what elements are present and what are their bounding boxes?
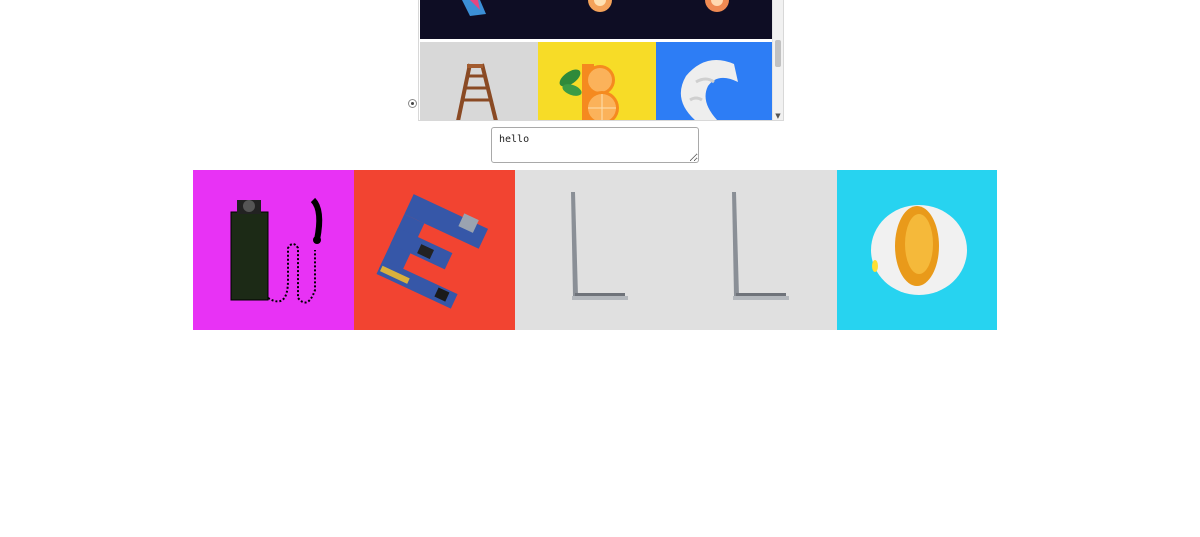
- letter-tile-circuit-board-e: [354, 170, 515, 330]
- letter-tile-telephone-h: [193, 170, 354, 330]
- letter-tile-laptop-l: [515, 170, 676, 330]
- text-input[interactable]: [491, 127, 699, 163]
- font-grid-scrollbar[interactable]: ▼: [772, 0, 783, 120]
- letter-tile-laptop-l: [676, 170, 837, 330]
- scroll-down-arrow-icon[interactable]: ▼: [773, 112, 783, 120]
- font-tile-ladder-a[interactable]: [420, 42, 538, 120]
- font-tile-orange-b[interactable]: [538, 42, 656, 120]
- font-tile-row-dark[interactable]: [420, 0, 775, 39]
- scrollbar-thumb[interactable]: [775, 40, 781, 67]
- font-style-grid[interactable]: ▼: [418, 0, 784, 121]
- rendered-word: [193, 170, 997, 330]
- letter-tile-egg-o: [837, 170, 997, 330]
- font-option-radio[interactable]: [408, 99, 417, 108]
- font-tile-pillow-c[interactable]: [656, 42, 775, 120]
